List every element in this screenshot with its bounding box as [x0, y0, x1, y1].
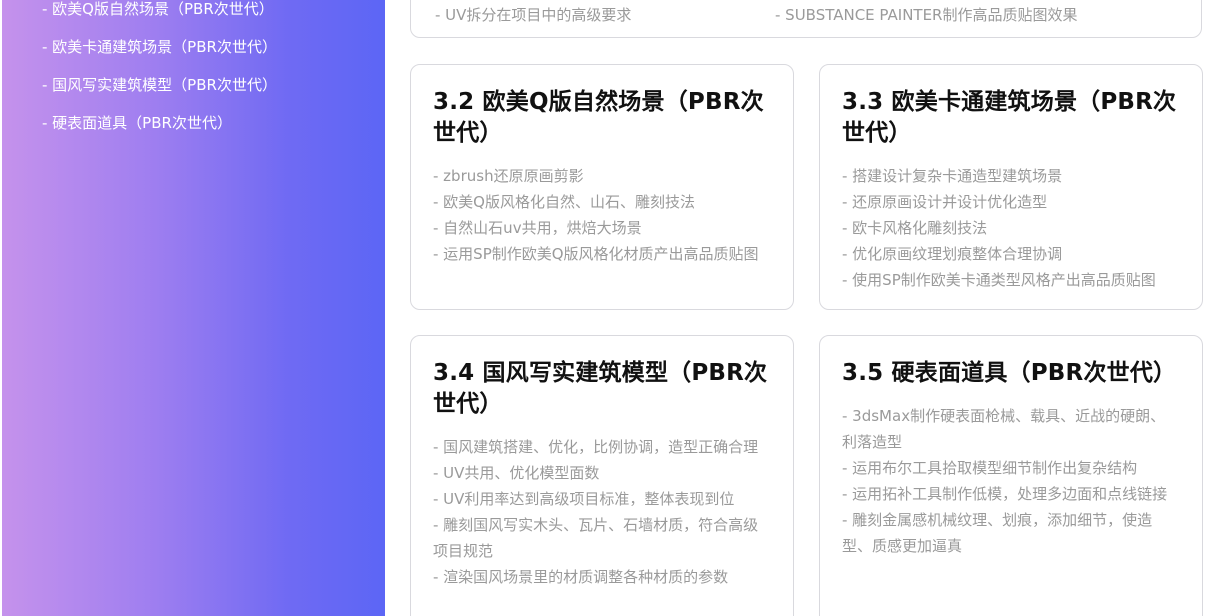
course-card-list: - 搭建设计复杂卡通造型建筑场景 - 还原原画设计并设计优化造型 - 欧卡风格化… [842, 163, 1180, 293]
course-card-top: - UV拆分在项目中的高级要求 - SUBSTANCE PAINTER制作高品质… [410, 0, 1202, 38]
course-card-item: - 渲染国风场景里的材质调整各种材质的参数 [433, 568, 729, 586]
page: - 欧美Q版自然场景（PBR次世代） - 欧美卡通建筑场景（PBR次世代） - … [0, 0, 1210, 616]
course-card-item: - 使用SP制作欧美卡通类型风格产出高品质贴图 [842, 271, 1156, 289]
course-card-item: - 还原原画设计并设计优化造型 [842, 193, 1048, 211]
sidebar-item-q-nature-scene[interactable]: - 欧美Q版自然场景（PBR次世代） [42, 0, 277, 28]
course-card-item: - 欧美Q版风格化自然、山石、雕刻技法 [433, 193, 695, 211]
course-card-item: - UV利用率达到高级项目标准，整体表现到位 [433, 490, 735, 508]
course-card-top-row: - UV拆分在项目中的高级要求 - SUBSTANCE PAINTER制作高品质… [435, 4, 1077, 25]
course-card-item: - 雕刻国风写实木头、瓦片、石墙材质，符合高级项目规范 [433, 516, 759, 560]
course-card-title: 3.3 欧美卡通建筑场景（PBR次世代） [842, 89, 1177, 146]
course-card-item: - 运用拓补工具制作低模，处理多边面和点线链接 [842, 485, 1168, 503]
course-card-item: - zbrush还原原画剪影 [433, 167, 584, 185]
course-card-list: - 国风建筑搭建、优化，比例协调，造型正确合理 - UV共用、优化模型面数 - … [433, 434, 771, 590]
course-card-top-item: - SUBSTANCE PAINTER制作高品质贴图效果 [775, 6, 1078, 24]
course-card-item: - 运用布尔工具拾取模型细节制作出复杂结构 [842, 459, 1138, 477]
course-card-list: - zbrush还原原画剪影 - 欧美Q版风格化自然、山石、雕刻技法 - 自然山… [433, 163, 771, 267]
sidebar-list: - 欧美Q版自然场景（PBR次世代） - 欧美卡通建筑场景（PBR次世代） - … [42, 0, 277, 142]
course-card-title: 3.2 欧美Q版自然场景（PBR次世代） [433, 89, 764, 146]
course-card-item: - 自然山石uv共用，烘焙大场景 [433, 219, 642, 237]
course-card-3-4: 3.4 国风写实建筑模型（PBR次世代） - 国风建筑搭建、优化，比例协调，造型… [410, 335, 794, 616]
course-card-item: - 搭建设计复杂卡通造型建筑场景 [842, 167, 1063, 185]
course-card-item: - 运用SP制作欧美Q版风格化材质产出高品质贴图 [433, 245, 759, 263]
course-card-item: - 3dsMax制作硬表面枪械、载具、近战的硬朗、利落造型 [842, 407, 1166, 451]
sidebar-item-chinese-building-model[interactable]: - 国风写实建筑模型（PBR次世代） [42, 66, 277, 104]
course-card-item: - 国风建筑搭建、优化，比例协调，造型正确合理 [433, 438, 759, 456]
main-content: - UV拆分在项目中的高级要求 - SUBSTANCE PAINTER制作高品质… [385, 0, 1210, 616]
course-card-3-2: 3.2 欧美Q版自然场景（PBR次世代） - zbrush还原原画剪影 - 欧美… [410, 64, 794, 310]
course-card-item: - UV共用、优化模型面数 [433, 464, 600, 482]
sidebar: - 欧美Q版自然场景（PBR次世代） - 欧美卡通建筑场景（PBR次世代） - … [2, 0, 385, 616]
course-card-3-5: 3.5 硬表面道具（PBR次世代） - 3dsMax制作硬表面枪械、载具、近战的… [819, 335, 1203, 616]
course-card-title: 3.4 国风写实建筑模型（PBR次世代） [433, 360, 768, 417]
course-card-title: 3.5 硬表面道具（PBR次世代） [842, 360, 1177, 386]
course-card-list: - 3dsMax制作硬表面枪械、载具、近战的硬朗、利落造型 - 运用布尔工具拾取… [842, 403, 1180, 559]
course-card-item: - 雕刻金属感机械纹理、划痕，添加细节，使造型、质感更加逼真 [842, 511, 1153, 555]
sidebar-item-hard-surface-props[interactable]: - 硬表面道具（PBR次世代） [42, 104, 277, 142]
course-card-item: - 欧卡风格化雕刻技法 [842, 219, 988, 237]
course-card-3-3: 3.3 欧美卡通建筑场景（PBR次世代） - 搭建设计复杂卡通造型建筑场景 - … [819, 64, 1203, 310]
sidebar-item-cartoon-building-scene[interactable]: - 欧美卡通建筑场景（PBR次世代） [42, 28, 277, 66]
course-card-top-item: - UV拆分在项目中的高级要求 [435, 6, 632, 24]
course-card-item: - 优化原画纹理划痕整体合理协调 [842, 245, 1063, 263]
